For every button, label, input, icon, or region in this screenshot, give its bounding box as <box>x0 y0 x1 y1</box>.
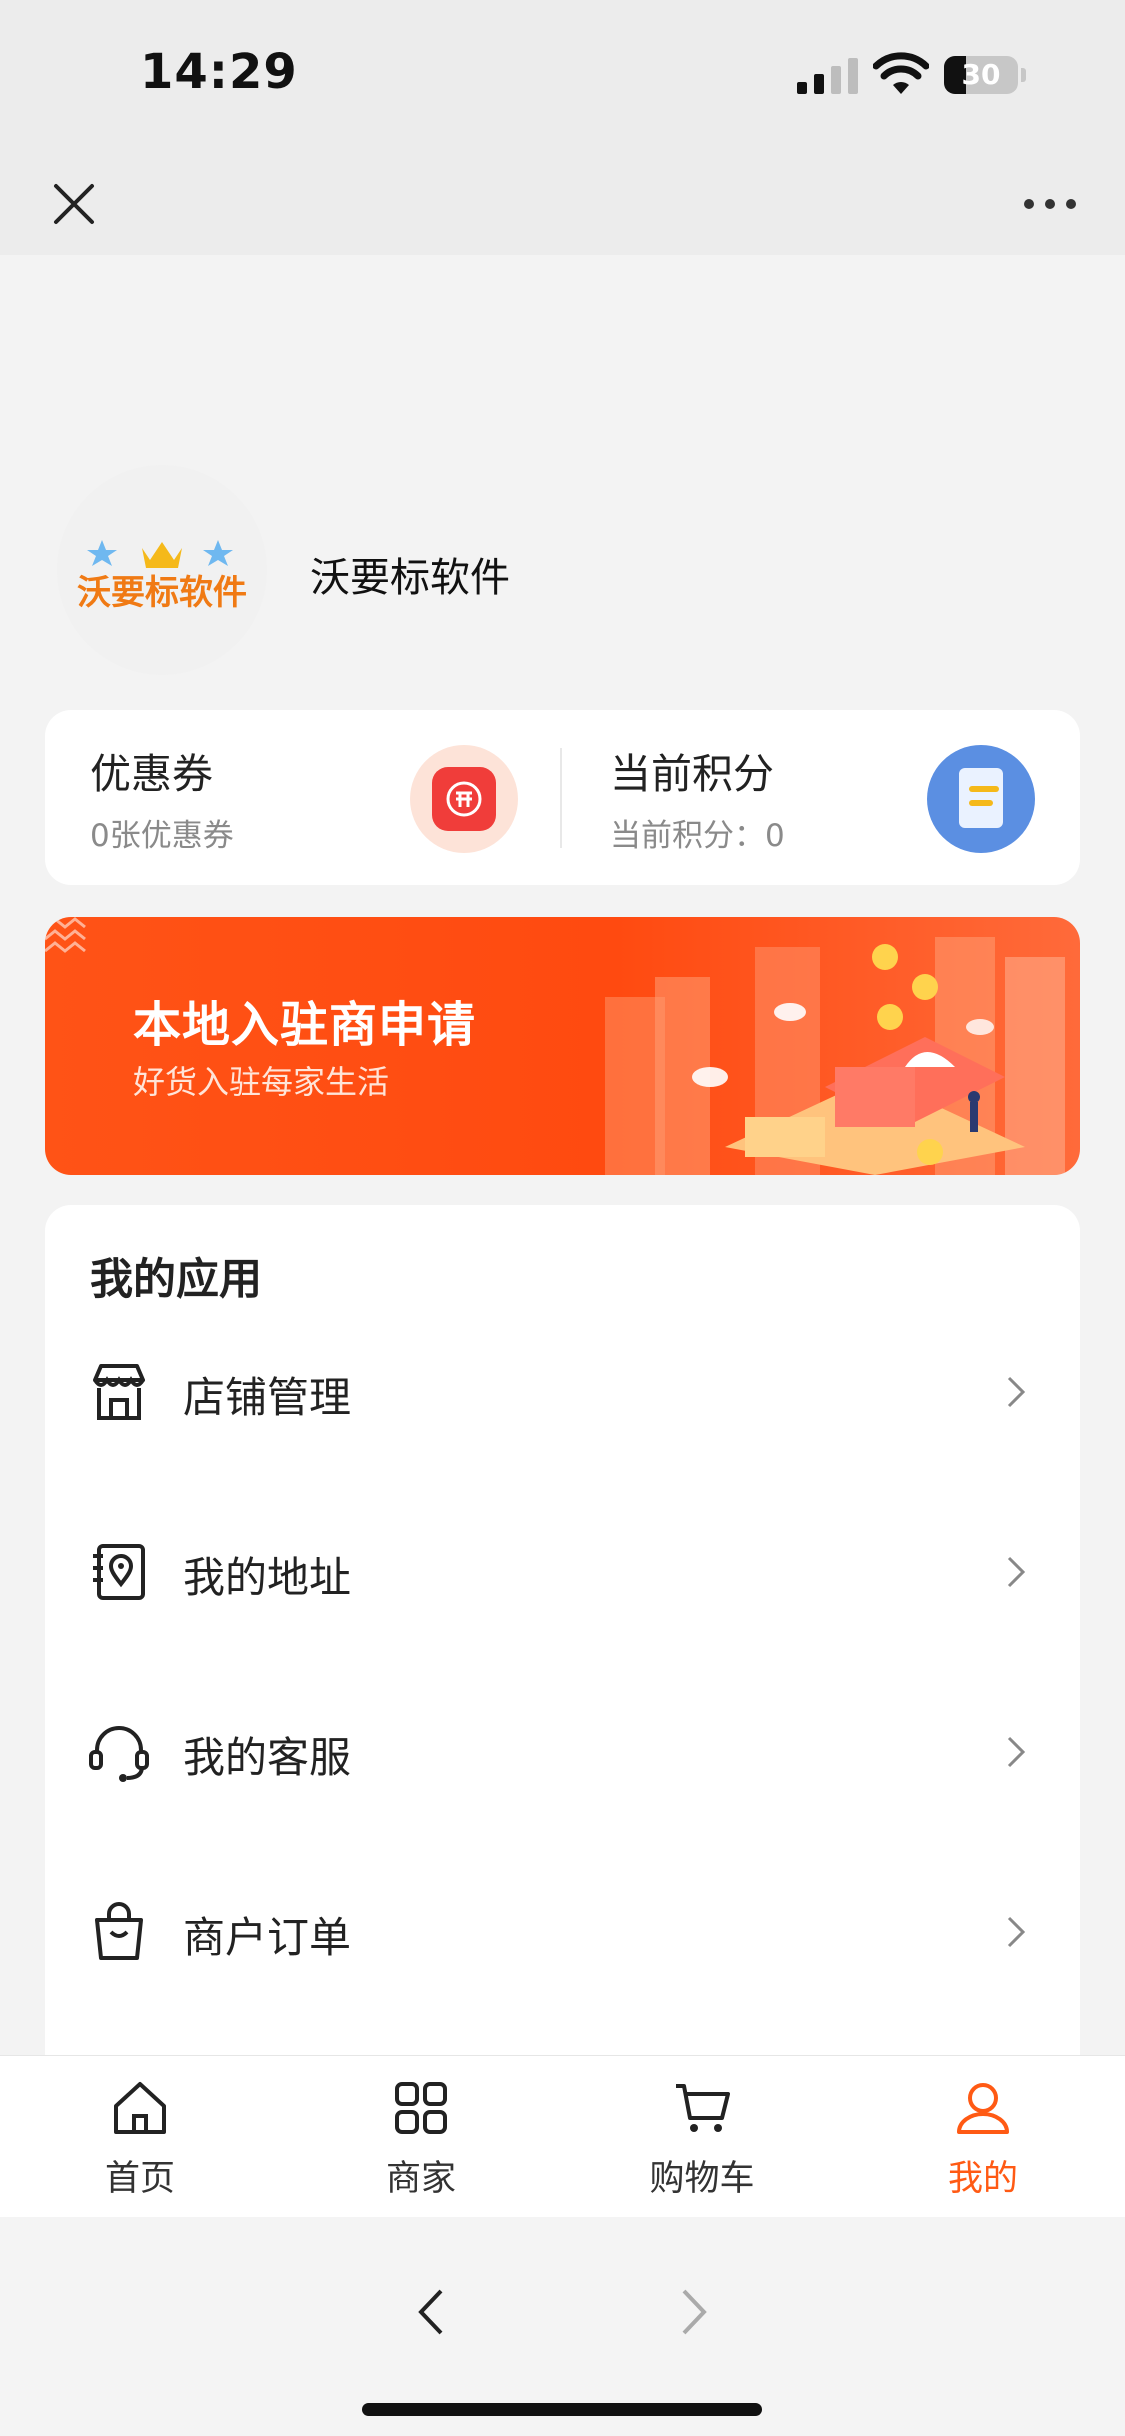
home-icon <box>114 2082 166 2134</box>
coupon-icon <box>410 745 518 853</box>
wifi-icon <box>873 52 929 94</box>
points-title: 当前积分 <box>610 750 774 798</box>
chevron-left-icon <box>418 2289 443 2335</box>
status-time: 14:29 <box>140 44 298 100</box>
grid-icon <box>395 2082 447 2134</box>
tab-label: 首页 <box>104 2159 175 2199</box>
status-bar: 14:29 30 <box>0 0 1125 150</box>
more-icon <box>1024 199 1076 209</box>
tab-label: 我的 <box>947 2159 1018 2199</box>
coupon-entry[interactable]: 优惠券 0张优惠券 <box>45 710 560 885</box>
close-icon <box>54 184 94 224</box>
apps-title: 我的应用 <box>90 1255 262 1305</box>
back-button[interactable] <box>400 2277 460 2347</box>
battery-level: 30 <box>961 58 1001 91</box>
coupon-title: 优惠券 <box>90 750 213 798</box>
logo-text: 沃要标软件 <box>77 573 247 613</box>
profile-section: 沃要标软件 沃要标软件 <box>0 255 1125 695</box>
tab-label: 商家 <box>385 2159 456 2199</box>
banner-subtitle: 好货入驻每家生活 <box>133 1063 390 1101</box>
points-value: 当前积分：0 <box>610 818 785 854</box>
store-icon <box>93 1364 145 1420</box>
profile-name: 沃要标软件 <box>310 555 510 601</box>
points-icon <box>927 745 1035 853</box>
chevron-right-icon <box>1007 1916 1026 1948</box>
headset-icon <box>89 1726 149 1782</box>
more-button[interactable] <box>1015 170 1085 238</box>
tab-label: 购物车 <box>649 2159 755 2199</box>
forward-button[interactable] <box>665 2277 725 2347</box>
chevron-right-icon <box>1007 1736 1026 1768</box>
coupon-count: 0张优惠券 <box>90 818 234 854</box>
avatar[interactable]: 沃要标软件 <box>57 465 267 675</box>
chevron-right-icon <box>682 2289 707 2335</box>
tab-cart[interactable]: 购物车 <box>602 2066 802 2206</box>
tab-mine[interactable]: 我的 <box>883 2066 1083 2206</box>
app-label: 店铺管理 <box>183 1373 352 1422</box>
user-icon <box>957 2083 1009 2134</box>
chevron-right-icon <box>1007 1556 1026 1588</box>
nav-bar <box>0 150 1125 255</box>
app-item-store-management[interactable]: 店铺管理 <box>45 1332 1080 1452</box>
tab-merchants[interactable]: 商家 <box>321 2066 521 2206</box>
browser-toolbar <box>0 2217 1125 2436</box>
battery-indicator: 30 <box>944 56 1026 94</box>
app-item-merchant-orders[interactable]: 商户订单 <box>45 1872 1080 1992</box>
cart-icon <box>676 2084 730 2132</box>
summary-card: 优惠券 0张优惠券 当前积分 当前积分：0 <box>45 710 1080 885</box>
chevron-right-icon <box>1007 1376 1026 1408</box>
app-item-customer-service[interactable]: 我的客服 <box>45 1692 1080 1812</box>
merchant-apply-banner[interactable]: 本地入驻商申请 好货入驻每家生活 <box>45 917 1080 1175</box>
home-indicator <box>362 2403 762 2416</box>
app-label: 我的地址 <box>183 1553 352 1602</box>
tab-home[interactable]: 首页 <box>40 2066 240 2206</box>
app-label: 我的客服 <box>183 1733 352 1782</box>
cellular-signal-icon <box>797 58 858 94</box>
banner-title: 本地入驻商申请 <box>133 997 477 1053</box>
tab-bar: 首页 商家 购物车 我的 <box>0 2055 1125 2217</box>
brand-logo: 沃要标软件 <box>77 540 247 613</box>
app-item-my-address[interactable]: 我的地址 <box>45 1512 1080 1632</box>
shopping-bag-icon <box>95 1902 143 1960</box>
my-apps-card: 我的应用 店铺管理 我的地址 我的客服 商户订单 <box>45 1205 1080 2065</box>
app-label: 商户订单 <box>183 1913 352 1962</box>
address-book-icon <box>93 1544 145 1600</box>
close-button[interactable] <box>40 170 108 238</box>
